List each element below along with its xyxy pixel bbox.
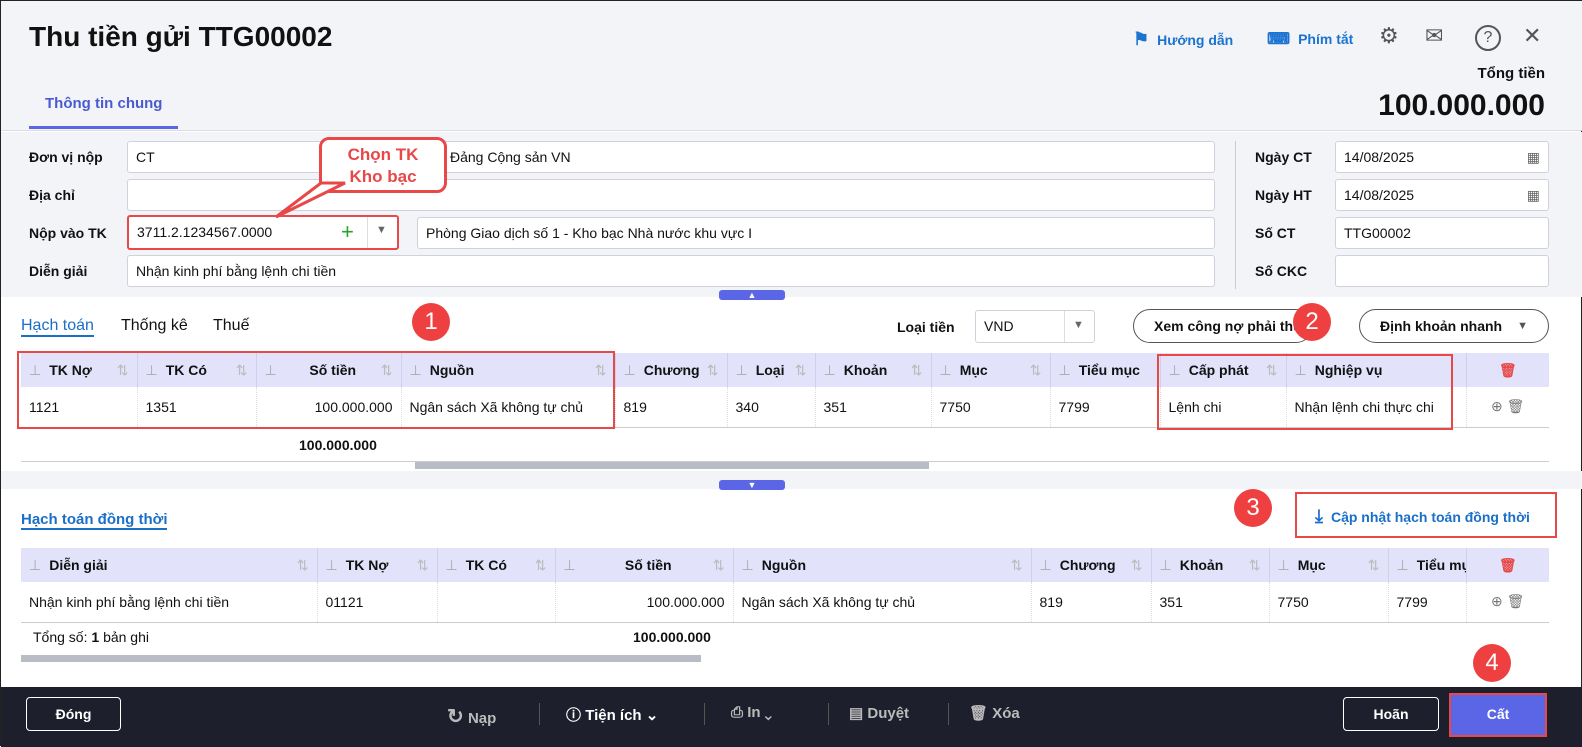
collapse-up-button[interactable]: ▲: [719, 290, 785, 300]
signpost-icon: ⚑: [1133, 29, 1150, 49]
payer-label: Đơn vị nộp: [29, 149, 103, 165]
quick-entry-button[interactable]: Định khoản nhanh ▼: [1359, 309, 1549, 343]
step-badge-2: 2: [1293, 303, 1331, 341]
utilities-button[interactable]: ⓘ Tiện ích ⌄: [566, 704, 658, 725]
shortcuts-link[interactable]: ⌨ Phím tắt: [1267, 29, 1353, 49]
table-header: ⊥ Diễn giải ⇅ ⊥ TK Nợ ⇅ ⊥ TK Có ⇅ ⊥ Số tiền ⇅ ⊥ N…: [21, 548, 1549, 582]
record-count: Tổng số: 1 bản ghi: [33, 629, 149, 645]
document-icon: ▤: [849, 705, 864, 722]
account-label: Nộp vào TK: [29, 225, 107, 241]
trash-icon[interactable]: 🗑: [1507, 593, 1525, 609]
col-loai[interactable]: ⊥ Loại ⇅: [727, 353, 816, 387]
save-button[interactable]: Cất: [1449, 693, 1547, 737]
table2-total: 100.000.000: [633, 629, 711, 645]
currency-label: Loại tiền: [897, 319, 955, 335]
close-button[interactable]: Đóng: [26, 697, 121, 731]
step-badge-4: 4: [1473, 644, 1511, 682]
section-concurrent-title[interactable]: Hạch toán đồng thời: [21, 511, 168, 530]
col-khoan[interactable]: ⊥ Khoản ⇅: [815, 353, 932, 387]
printer-icon: ⎙: [731, 704, 744, 721]
col-chuong[interactable]: ⊥ Chương ⇅: [615, 353, 728, 387]
chevron-down-icon[interactable]: ▼: [367, 217, 395, 248]
tab-thue[interactable]: Thuế: [213, 317, 249, 335]
keyboard-icon: ⌨: [1267, 31, 1291, 48]
download-icon: ⤓: [1315, 506, 1323, 526]
mail-icon[interactable]: ✉: [1425, 23, 1443, 49]
view-receivables-button[interactable]: Xem công nợ phải thu: [1133, 309, 1313, 343]
description-label: Diễn giải: [29, 263, 88, 279]
doc-no-field[interactable]: TTG00002: [1335, 217, 1549, 249]
gear-icon[interactable]: ⚙: [1379, 23, 1399, 49]
chevron-down-icon: ⌄: [764, 704, 772, 721]
description-field[interactable]: Nhận kinh phí bằng lệnh chi tiền: [127, 255, 1215, 287]
reload-button[interactable]: ↻ Nạp: [447, 704, 496, 729]
horizontal-scrollbar[interactable]: [415, 462, 929, 469]
col-tk-no[interactable]: ⊥ TK Nợ ⇅: [317, 548, 438, 582]
address-label: Địa chỉ: [29, 187, 75, 203]
col-tieu-muc[interactable]: ⊥Tiểu mục: [1388, 548, 1467, 582]
guide-link[interactable]: ⚑ Hướng dẫn: [1133, 29, 1233, 50]
help-icon[interactable]: ?: [1475, 25, 1501, 51]
add-row-icon[interactable]: ⊕: [1491, 593, 1503, 609]
chevron-down-icon: ▼: [1064, 311, 1092, 342]
table1-total: 100.000.000: [299, 437, 377, 453]
ckc-no-field[interactable]: [1335, 255, 1549, 287]
doc-date-field[interactable]: 14/08/2025 ▦: [1335, 141, 1549, 173]
page-title: Thu tiền gửi TTG00002: [29, 21, 333, 52]
calendar-icon: ▦: [1526, 187, 1540, 203]
delete-all-icon[interactable]: 🗑: [1466, 548, 1549, 582]
highlight-box-1: [17, 351, 615, 429]
delete-all-icon[interactable]: 🗑: [1466, 353, 1549, 387]
add-row-icon[interactable]: ⊕: [1491, 398, 1503, 414]
more-icon: ⓘ: [566, 707, 582, 724]
update-concurrent-button[interactable]: ⤓ Cập nhật hạch toán đồng thời: [1295, 492, 1557, 538]
post-date-label: Ngày HT: [1255, 187, 1312, 203]
collapse-down-button[interactable]: ▼: [719, 480, 785, 490]
delete-button[interactable]: 🗑 Xóa: [969, 704, 1020, 722]
col-nguon[interactable]: ⊥ Nguồn ⇅: [733, 548, 1032, 582]
account-select[interactable]: 3711.2.1234567.0000 + ▼: [127, 215, 399, 250]
account-name-field[interactable]: Phòng Giao dịch số 1 - Kho bạc Nhà nước …: [417, 217, 1215, 249]
print-button[interactable]: ⎙ In ⌄: [731, 704, 772, 721]
tab-hach-toan[interactable]: Hạch toán: [21, 317, 94, 337]
payer-field[interactable]: CT Đảng Cộng sản VN: [127, 141, 1215, 173]
reload-icon: ↻: [447, 706, 464, 728]
col-muc[interactable]: ⊥ Mục ⇅: [931, 353, 1051, 387]
step-badge-1: 1: [412, 303, 450, 341]
postpone-button[interactable]: Hoãn: [1343, 697, 1439, 731]
horizontal-scrollbar[interactable]: [21, 655, 701, 662]
chevron-down-icon: ▼: [1517, 320, 1528, 332]
col-chuong[interactable]: ⊥ Chương ⇅: [1031, 548, 1152, 582]
post-date-field[interactable]: 14/08/2025 ▦: [1335, 179, 1549, 211]
col-so-tien[interactable]: ⊥ Số tiền ⇅: [555, 548, 734, 582]
table-row: Nhận kinh phí bằng lệnh chi tiền 01121 1…: [21, 582, 1549, 623]
col-tieu-muc[interactable]: ⊥Tiểu mục: [1050, 353, 1161, 387]
doc-no-label: Số CT: [1255, 225, 1296, 241]
callout-pointer: [275, 181, 346, 219]
concurrent-table: ⊥ Diễn giải ⇅ ⊥ TK Nợ ⇅ ⊥ TK Có ⇅ ⊥ Số tiền ⇅ ⊥ N…: [21, 548, 1549, 623]
plus-icon[interactable]: +: [341, 219, 354, 245]
close-icon[interactable]: ✕: [1523, 23, 1541, 49]
trash-icon[interactable]: 🗑: [1507, 398, 1525, 414]
step-badge-3: 3: [1234, 489, 1272, 527]
col-tk-co[interactable]: ⊥ TK Có ⇅: [437, 548, 556, 582]
col-muc[interactable]: ⊥ Mục ⇅: [1269, 548, 1389, 582]
trash-icon: 🗑: [969, 705, 989, 722]
tab-general-info[interactable]: Thông tin chung: [29, 95, 179, 129]
approve-button[interactable]: ▤ Duyệt: [849, 704, 909, 722]
col-khoan[interactable]: ⊥ Khoản ⇅: [1151, 548, 1270, 582]
doc-date-label: Ngày CT: [1255, 149, 1312, 165]
calendar-icon: ▦: [1526, 149, 1540, 165]
chevron-down-icon: ⌄: [645, 707, 659, 724]
col-dien-giai[interactable]: ⊥ Diễn giải ⇅: [21, 548, 318, 582]
highlight-box-2: [1157, 354, 1453, 430]
ckc-no-label: Số CKC: [1255, 263, 1308, 279]
total-label: Tổng tiền: [1477, 65, 1546, 82]
tab-thong-ke[interactable]: Thống kê: [121, 317, 188, 335]
currency-select[interactable]: VND ▼: [975, 310, 1095, 343]
total-value: 100.000.000: [1378, 89, 1545, 122]
